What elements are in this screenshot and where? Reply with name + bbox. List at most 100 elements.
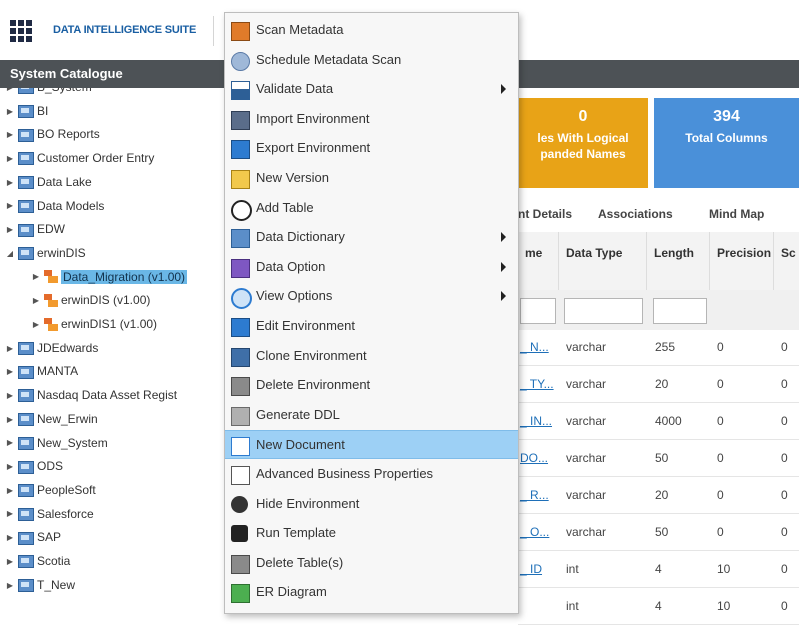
menu-item-export-environment[interactable]: Export Environment [225, 134, 518, 163]
table-row[interactable]: DO... varchar 50 0 0 [518, 441, 799, 477]
tree-node[interactable]: ▶ Nasdaq Data Asset Regist [4, 384, 177, 406]
caret-right-icon[interactable]: ▶ [4, 148, 16, 170]
column-name-link[interactable]: _ R... [520, 488, 549, 502]
menu-item-data-dictionary[interactable]: Data Dictionary [225, 223, 518, 252]
tab-mind-map[interactable]: Mind Map [709, 207, 764, 221]
menu-item-label: Edit Environment [256, 318, 355, 333]
menu-item-run-template[interactable]: Run Template [225, 519, 518, 548]
caret-right-icon[interactable]: ▶ [4, 385, 16, 407]
caret-right-icon[interactable]: ▶ [4, 101, 16, 123]
tree-node[interactable]: ▶ Customer Order Entry [4, 147, 154, 169]
filter-input[interactable] [564, 298, 643, 324]
caret-right-icon[interactable]: ▶ [4, 503, 16, 525]
environment-icon [18, 176, 34, 190]
menu-item-import-environment[interactable]: Import Environment [225, 105, 518, 134]
tree-node[interactable]: ▶ EDW [4, 218, 65, 240]
environment-icon [18, 88, 34, 95]
menu-item-label: Validate Data [256, 81, 334, 97]
tree-node[interactable]: ▶ T_New [4, 574, 75, 596]
tree-node[interactable]: ▶ BO Reports [4, 123, 100, 145]
tree-node[interactable]: ▶ ODS [4, 455, 63, 477]
app-grid-icon[interactable] [10, 20, 32, 42]
caret-right-icon[interactable]: ▶ [30, 314, 42, 336]
menu-item-new-version[interactable]: New Version [225, 164, 518, 193]
tree-node[interactable]: ▶ BI [4, 100, 48, 122]
tree-node[interactable]: ▶ Data_Migration (v1.00) [30, 266, 188, 288]
column-name-link[interactable]: _ O... [520, 525, 549, 539]
tree-node[interactable]: ▶ SAP [4, 526, 61, 548]
column-name-link[interactable]: DO... [520, 451, 548, 465]
menu-item-er-diagram[interactable]: ER Diagram [225, 578, 518, 607]
table-row[interactable]: _ O... varchar 50 0 0 [518, 515, 799, 551]
tree-node[interactable]: ▶ Salesforce [4, 503, 94, 525]
caret-right-icon[interactable]: ▶ [4, 338, 16, 360]
caret-right-icon[interactable]: ▶ [4, 527, 16, 549]
column-header[interactable]: Data Type [559, 232, 647, 290]
caret-right-icon[interactable]: ▶ [4, 551, 16, 573]
menu-item-label: New Version [256, 170, 329, 185]
column-name-link[interactable]: _ TY... [520, 377, 554, 391]
menu-item-scan-metadata[interactable]: Scan Metadata [225, 16, 518, 45]
table-row[interactable]: _ IN... varchar 4000 0 0 [518, 404, 799, 440]
column-header[interactable]: Length [647, 232, 710, 290]
caret-right-icon[interactable]: ▶ [4, 575, 16, 597]
tree-node[interactable]: ◢ erwinDIS [4, 242, 86, 264]
filter-input[interactable] [520, 298, 556, 324]
menu-item-schedule-metadata-scan[interactable]: Schedule Metadata Scan [225, 46, 518, 75]
filter-input[interactable] [653, 298, 707, 324]
menu-item-delete-environment[interactable]: Delete Environment [225, 371, 518, 400]
column-name-link[interactable]: _ ID [520, 562, 542, 576]
table-row[interactable]: _ N... varchar 255 0 0 [518, 330, 799, 366]
caret-right-icon[interactable]: ▶ [4, 480, 16, 502]
tree-node[interactable]: ▶ New_Erwin [4, 408, 98, 430]
tree-node[interactable]: ▶ PeopleSoft [4, 479, 96, 501]
tab-associations[interactable]: Associations [598, 207, 673, 221]
caret-right-icon[interactable]: ▶ [30, 290, 42, 312]
column-header[interactable]: me [518, 232, 559, 290]
menu-item-view-options[interactable]: View Options [225, 282, 518, 311]
tab-details[interactable]: nt Details [518, 207, 572, 221]
menu-item-generate-ddl[interactable]: Generate DDL [225, 401, 518, 430]
menu-item-edit-environment[interactable]: Edit Environment [225, 312, 518, 341]
tree-node[interactable]: ▶ JDEdwards [4, 337, 98, 359]
menu-item-hide-environment[interactable]: Hide Environment [225, 490, 518, 519]
tree-node[interactable]: ▶ Data Models [4, 195, 104, 217]
menu-item-validate-data[interactable]: Validate Data [225, 75, 518, 104]
caret-right-icon[interactable]: ▶ [4, 361, 16, 383]
logical-names-card[interactable]: 0 les With Logical panded Names [518, 98, 648, 188]
table-row[interactable]: _ TY... varchar 20 0 0 [518, 367, 799, 403]
tree-node[interactable]: ▶ erwinDIS (v1.00) [30, 289, 150, 311]
caret-right-icon[interactable]: ▶ [4, 195, 16, 217]
table-row[interactable]: _ ID int 4 10 0 [518, 552, 799, 588]
submenu-arrow-icon [501, 84, 506, 95]
column-name-link[interactable]: _ N... [520, 340, 549, 354]
menu-item-delete-table-s[interactable]: Delete Table(s) [225, 549, 518, 578]
table-row[interactable]: int 4 10 0 [518, 589, 799, 625]
tree-node[interactable]: ▶ New_System [4, 432, 108, 454]
caret-down-icon[interactable]: ◢ [4, 243, 16, 265]
menu-item-advanced-business-properties[interactable]: Advanced Business Properties [225, 460, 518, 489]
column-name-link[interactable]: _ IN... [520, 414, 552, 428]
caret-right-icon[interactable]: ▶ [4, 456, 16, 478]
menu-item-clone-environment[interactable]: Clone Environment [225, 342, 518, 371]
caret-right-icon[interactable]: ▶ [4, 409, 16, 431]
tree-node[interactable]: ▶ B_System [4, 88, 92, 98]
tree-node[interactable]: ▶ Scotia [4, 550, 70, 572]
column-header[interactable]: Precision [710, 232, 774, 290]
table-row[interactable]: _ R... varchar 20 0 0 [518, 478, 799, 514]
menu-item-add-table[interactable]: Add Table [225, 194, 518, 223]
caret-right-icon[interactable]: ▶ [30, 266, 42, 288]
caret-right-icon[interactable]: ▶ [4, 124, 16, 146]
menu-item-new-document[interactable]: New Document [225, 430, 518, 460]
clock-icon [231, 51, 250, 71]
caret-right-icon[interactable]: ▶ [4, 88, 16, 99]
tree-node[interactable]: ▶ Data Lake [4, 171, 92, 193]
caret-right-icon[interactable]: ▶ [4, 172, 16, 194]
tree-node[interactable]: ▶ MANTA [4, 360, 78, 382]
total-columns-card[interactable]: 394 Total Columns [654, 98, 799, 188]
menu-item-data-option[interactable]: Data Option [225, 253, 518, 282]
tree-node[interactable]: ▶ erwinDIS1 (v1.00) [30, 313, 157, 335]
column-header[interactable]: Sc [774, 232, 799, 290]
caret-right-icon[interactable]: ▶ [4, 432, 16, 454]
caret-right-icon[interactable]: ▶ [4, 219, 16, 241]
